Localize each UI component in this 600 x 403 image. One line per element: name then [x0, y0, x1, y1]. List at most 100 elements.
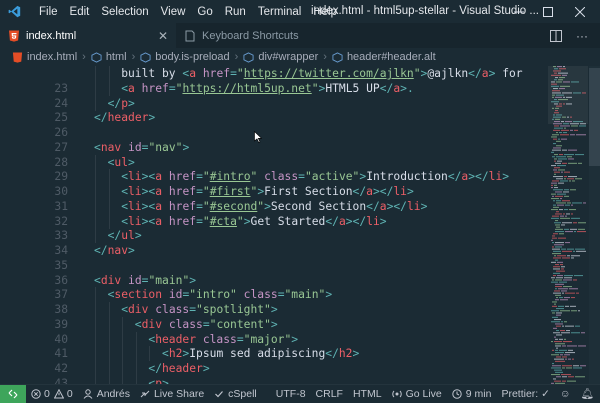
indent-guide [108, 316, 110, 332]
line-number: 38 [54, 303, 68, 316]
minimap-line [555, 220, 558, 222]
cspell-button[interactable]: cSpell [209, 388, 262, 400]
maximize-button[interactable] [534, 0, 562, 23]
menu-run[interactable]: Run [219, 6, 252, 18]
eol-selector[interactable]: CRLF [311, 388, 348, 400]
close-tab-icon[interactable]: ✕ [158, 29, 168, 43]
breadcrumb-item[interactable]: body.is-preload [140, 51, 230, 63]
code-line[interactable]: 32 <li><a href="#cta">Get Started</a></li… [0, 213, 548, 229]
minimap-line [552, 365, 561, 367]
code-editor[interactable]: built by <a href="https://twitter.com/aj… [0, 66, 548, 384]
notifications-icon[interactable]: 🔔︎ [576, 387, 600, 400]
minimap-line [554, 358, 564, 360]
minimap-line [561, 268, 564, 270]
code-line[interactable]: 28 <ul> [0, 154, 548, 170]
minimap-line [552, 195, 554, 197]
error-icon [31, 388, 41, 399]
code-line[interactable]: 40 <header class="major"> [0, 331, 548, 347]
code-line[interactable]: 25 </header> [0, 110, 548, 125]
minimap-line [561, 374, 571, 376]
code-line[interactable]: 43 <p> [0, 375, 548, 384]
code-line[interactable]: 41 <h2>Ipsum sed adipiscing</h2> [0, 346, 548, 362]
menu-view[interactable]: View [155, 6, 192, 18]
editor-scrollbar[interactable] [589, 66, 600, 384]
time-tracker[interactable]: 9 min [447, 388, 497, 400]
minimap-line [574, 275, 583, 277]
indent-guide [95, 302, 96, 317]
minimap-line [568, 162, 577, 164]
menu-terminal[interactable]: Terminal [252, 6, 307, 18]
minimize-button[interactable] [505, 0, 533, 23]
minimap-line [568, 176, 577, 178]
minimap-line [556, 356, 561, 358]
code-line[interactable]: 24 </p> [0, 95, 548, 111]
minimap-line [553, 272, 560, 274]
breadcrumb-label: header#header.alt [346, 51, 436, 63]
code-line[interactable]: 38 <div class="spotlight"> [0, 302, 548, 317]
indent-guide [95, 346, 96, 362]
breadcrumb-item[interactable]: html [91, 51, 127, 63]
minimap-line [560, 134, 569, 136]
code-line[interactable]: 26 [0, 125, 548, 140]
minimap-line [553, 378, 556, 380]
menu-go[interactable]: Go [191, 6, 218, 18]
minimap-line [554, 255, 556, 257]
feedback-icon[interactable]: ☺ [555, 388, 576, 400]
minimap-line [562, 222, 572, 224]
code-line[interactable]: 39 <div class="content"> [0, 316, 548, 332]
live-share-button[interactable]: Live Share [135, 388, 209, 400]
code-line[interactable]: 33 </ul> [0, 228, 548, 244]
code-line[interactable]: 30 <li><a href="#first">First Section</a>… [0, 184, 548, 199]
minimap-line [562, 365, 572, 367]
encoding-selector[interactable]: UTF-8 [271, 388, 311, 400]
breadcrumb-item[interactable]: div#wrapper [243, 51, 318, 63]
minimap-viewport[interactable] [548, 66, 588, 124]
minimap-line [556, 347, 558, 349]
code-line[interactable]: 36 <div id="main"> [0, 273, 548, 288]
minimap[interactable] [548, 66, 588, 384]
menu-edit[interactable]: Edit [64, 6, 96, 18]
code-line[interactable]: built by <a href="https://twitter.com/aj… [0, 66, 548, 81]
minimap-line [556, 297, 558, 299]
minimap-line [553, 268, 560, 270]
minimap-line [575, 154, 584, 156]
code-line[interactable]: 37 <section id="intro" class="main"> [0, 287, 548, 303]
language-selector[interactable]: HTML [348, 388, 387, 400]
code-line[interactable]: 31 <li><a href="#second">Second Section</… [0, 198, 548, 214]
menu-selection[interactable]: Selection [95, 6, 154, 18]
code-line[interactable]: 42 </header> [0, 361, 548, 376]
minimap-line [555, 264, 559, 266]
element-icon [140, 51, 151, 63]
code-line[interactable]: 35 [0, 258, 548, 273]
go-live-button[interactable]: Go Live [387, 388, 447, 400]
code-line[interactable]: 27 <nav id="nav"> [0, 140, 548, 155]
menu-file[interactable]: File [33, 6, 64, 18]
code-line[interactable]: 23 <a href="https://html5up.net">HTML5 UP… [0, 80, 548, 96]
code-line[interactable]: 34 </nav> [0, 243, 548, 258]
minimap-line [558, 182, 564, 184]
minimap-line [553, 169, 557, 171]
breadcrumb-item[interactable]: header#header.alt [332, 51, 436, 63]
minimap-line [570, 189, 576, 191]
minimap-line [553, 257, 561, 259]
minimap-line [559, 209, 563, 211]
remote-button[interactable] [0, 384, 26, 403]
problems-indicator[interactable]: 0 0 [26, 388, 78, 400]
scrollbar-thumb[interactable] [589, 68, 600, 166]
account-item[interactable]: Andrés [78, 388, 135, 400]
minimap-line [562, 376, 567, 378]
prettier-button[interactable]: Prettier: ✓ [496, 388, 554, 400]
breadcrumb-item[interactable]: index.html [12, 51, 77, 63]
minimap-line [560, 264, 563, 266]
more-actions-icon[interactable]: ··· [576, 29, 588, 43]
tab-keyboard-shortcuts[interactable]: Keyboard Shortcuts [176, 23, 346, 48]
minimap-line [557, 160, 562, 162]
code-line[interactable]: 29 <li><a href="#intro" class="active">In… [0, 169, 548, 185]
close-window-button[interactable] [566, 0, 594, 23]
minimap-line [554, 369, 562, 371]
tab-index-html[interactable]: index.html ✕ [0, 23, 176, 48]
indent-guide [95, 361, 96, 376]
minimap-line [576, 250, 586, 252]
split-editor-icon[interactable] [550, 29, 562, 42]
minimap-line [557, 165, 566, 167]
